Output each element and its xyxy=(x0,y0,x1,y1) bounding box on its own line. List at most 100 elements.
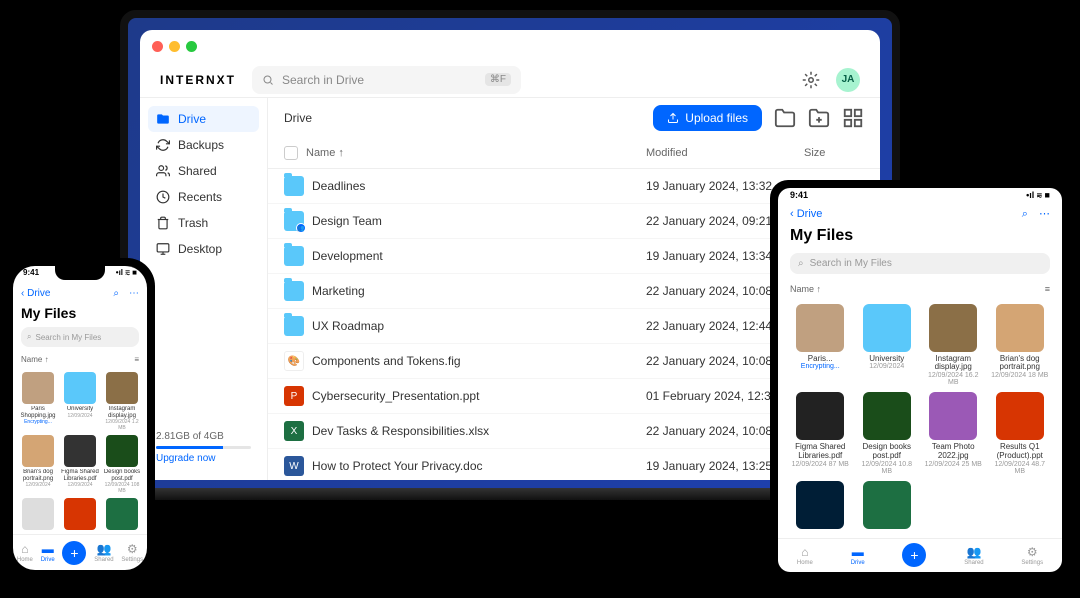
tab-shared[interactable]: 👥Shared xyxy=(964,545,983,566)
file-name: Marketing xyxy=(312,284,638,298)
tab-drive[interactable]: ▬Drive xyxy=(851,545,865,566)
phone-view-toggle-icon[interactable]: ≡ xyxy=(134,355,139,364)
sidebar-item-desktop[interactable]: Desktop xyxy=(148,236,259,262)
home-icon: ⌂ xyxy=(21,542,28,556)
tablet-view-toggle-icon[interactable]: ≡ xyxy=(1045,284,1050,294)
tab-shared[interactable]: 👥Shared xyxy=(94,542,113,563)
tab-settings[interactable]: ⚙Settings xyxy=(1021,545,1043,566)
file-thumbnail xyxy=(996,304,1044,352)
close-dot[interactable] xyxy=(152,41,163,52)
file-name: Brian's dog portrait.png xyxy=(990,355,1051,373)
grid-item[interactable]: Instagram display.jpg12/09/2024 16.2 MB xyxy=(923,304,984,387)
grid-item[interactable]: Design books post.pdf12/09/2024 10.8 MB xyxy=(857,392,918,475)
file-meta: 12/09/2024 xyxy=(61,413,99,419)
sidebar-item-recents[interactable]: Recents xyxy=(148,184,259,210)
phone-tabbar: ⌂Home ▬Drive + 👥Shared ⚙Settings xyxy=(13,534,147,570)
grid-item[interactable]: Paris...Encrypting... xyxy=(790,304,851,387)
grid-item[interactable]: Team Photo 2022.jpg12/09/2024 25 MB xyxy=(923,392,984,475)
phone-notch xyxy=(55,266,105,280)
gear-icon[interactable] xyxy=(802,71,820,89)
avatar[interactable]: JA xyxy=(836,68,860,92)
file-name: UX Roadmap xyxy=(312,319,638,333)
grid-item[interactable]: Brian's dog portrait.png12/09/2024 xyxy=(19,435,57,494)
phone-sort-button[interactable]: Name ↑ xyxy=(21,355,49,364)
grid-item[interactable]: University12/09/2024 xyxy=(857,304,918,387)
file-thumbnail xyxy=(106,372,138,404)
breadcrumb[interactable]: Drive xyxy=(284,111,312,125)
grid-view-icon[interactable] xyxy=(842,107,864,129)
main-area: Drive Backups Shared Recents Trash Desktop 2.… xyxy=(140,98,880,480)
tablet-sort-button[interactable]: Name ↑ xyxy=(790,284,821,294)
sidebar-item-backups[interactable]: Backups xyxy=(148,132,259,158)
tablet-file-grid: Paris...Encrypting...University12/09/202… xyxy=(778,298,1062,538)
grid-item[interactable]: Brian's dog portrait.png12/09/2024 18 MB xyxy=(990,304,1051,387)
file-meta: 12/09/2024 xyxy=(61,482,99,488)
grid-item[interactable] xyxy=(61,498,99,532)
storage-text: 2.81GB of 4GB xyxy=(156,431,251,442)
tab-drive[interactable]: ▬Drive xyxy=(41,542,55,563)
grid-item[interactable]: Figma Shared Libraries.pdf12/09/2024 xyxy=(61,435,99,494)
file-meta: 12/09/2024 10.8 MB xyxy=(857,461,918,475)
folder-icon xyxy=(156,112,170,126)
sidebar-item-label: Drive xyxy=(178,112,206,126)
minimize-dot[interactable] xyxy=(169,41,180,52)
grid-item[interactable]: University12/09/2024 xyxy=(61,372,99,431)
grid-item[interactable]: Figma Shared Libraries.pdf12/09/2024 87 … xyxy=(790,392,851,475)
select-all-checkbox[interactable] xyxy=(284,146,298,160)
file-name: Components and Tokens.fig xyxy=(312,354,638,368)
sidebar-item-label: Desktop xyxy=(178,242,222,256)
file-name: Paris... xyxy=(790,355,851,364)
phone-more-icon[interactable]: ⋯ xyxy=(129,288,139,299)
file-thumbnail xyxy=(22,372,54,404)
gear-icon: ⚙ xyxy=(127,542,138,556)
table-header: Name ↑ Modified Size xyxy=(268,138,880,169)
upload-button[interactable]: Upload files xyxy=(653,105,762,131)
file-meta: 12/09/2024 18 MB xyxy=(990,372,1051,379)
column-size[interactable]: Size xyxy=(804,147,864,159)
tablet-search-icon[interactable]: ⌕ xyxy=(1022,208,1028,220)
tablet-status-bar: 9:41•ıl ⩳ ■ xyxy=(778,188,1062,203)
grid-item[interactable]: Design books post.pdf12/09/2024 108 MB xyxy=(103,435,141,494)
maximize-dot[interactable] xyxy=(186,41,197,52)
grid-item[interactable] xyxy=(857,481,918,532)
file-name: Design books post.pdf xyxy=(103,469,141,482)
column-modified[interactable]: Modified xyxy=(646,147,796,159)
storage-meter: 2.81GB of 4GB Upgrade now xyxy=(148,423,259,472)
fab-add-button[interactable]: + xyxy=(902,543,926,567)
file-meta: 12/09/2024 87 MB xyxy=(790,461,851,468)
new-folder-plus-icon[interactable] xyxy=(808,107,830,129)
sidebar-item-label: Shared xyxy=(178,164,217,178)
file-name: Dev Tasks & Responsibilities.xlsx xyxy=(312,424,638,438)
fab-add-button[interactable]: + xyxy=(62,541,86,565)
grid-item[interactable]: Instagram display.jpg12/09/2024 1.2 MB xyxy=(103,372,141,431)
file-thumbnail xyxy=(863,304,911,352)
tablet-search-input[interactable]: ⌕Search in My Files xyxy=(790,253,1050,274)
grid-item[interactable] xyxy=(103,498,141,532)
sidebar-item-drive[interactable]: Drive xyxy=(148,106,259,132)
grid-item[interactable]: Results Q1 (Product).ppt12/09/2024 48.7 … xyxy=(990,392,1051,475)
file-meta: 12/09/2024 16.2 MB xyxy=(923,372,984,386)
gear-icon: ⚙ xyxy=(1027,545,1038,559)
desktop-icon xyxy=(156,242,170,256)
phone-search-icon[interactable]: ⌕ xyxy=(113,288,119,299)
search-input[interactable]: Search in Drive ⌘F xyxy=(252,66,521,94)
search-shortcut: ⌘F xyxy=(485,73,511,86)
sidebar-item-shared[interactable]: Shared xyxy=(148,158,259,184)
phone-back-button[interactable]: ‹ Drive xyxy=(21,288,50,299)
column-name[interactable]: Name ↑ xyxy=(306,147,638,159)
grid-item[interactable]: Paris Shopping.jpgEncrypting... xyxy=(19,372,57,431)
tab-settings[interactable]: ⚙Settings xyxy=(121,542,143,563)
tablet-back-button[interactable]: ‹ Drive xyxy=(790,208,822,220)
grid-item[interactable] xyxy=(19,498,57,532)
sidebar-item-label: Trash xyxy=(178,216,208,230)
upgrade-link[interactable]: Upgrade now xyxy=(156,453,251,464)
new-folder-icon[interactable] xyxy=(774,107,796,129)
sidebar-item-trash[interactable]: Trash xyxy=(148,210,259,236)
tablet-more-icon[interactable]: ⋯ xyxy=(1039,208,1050,220)
grid-item[interactable] xyxy=(790,481,851,532)
tab-home[interactable]: ⌂Home xyxy=(17,542,33,563)
tab-home[interactable]: ⌂Home xyxy=(797,545,813,566)
toolbar: Drive Upload files xyxy=(268,98,880,138)
file-name: Design books post.pdf xyxy=(857,443,918,461)
phone-search-input[interactable]: ⌕Search in My Files xyxy=(21,327,139,347)
